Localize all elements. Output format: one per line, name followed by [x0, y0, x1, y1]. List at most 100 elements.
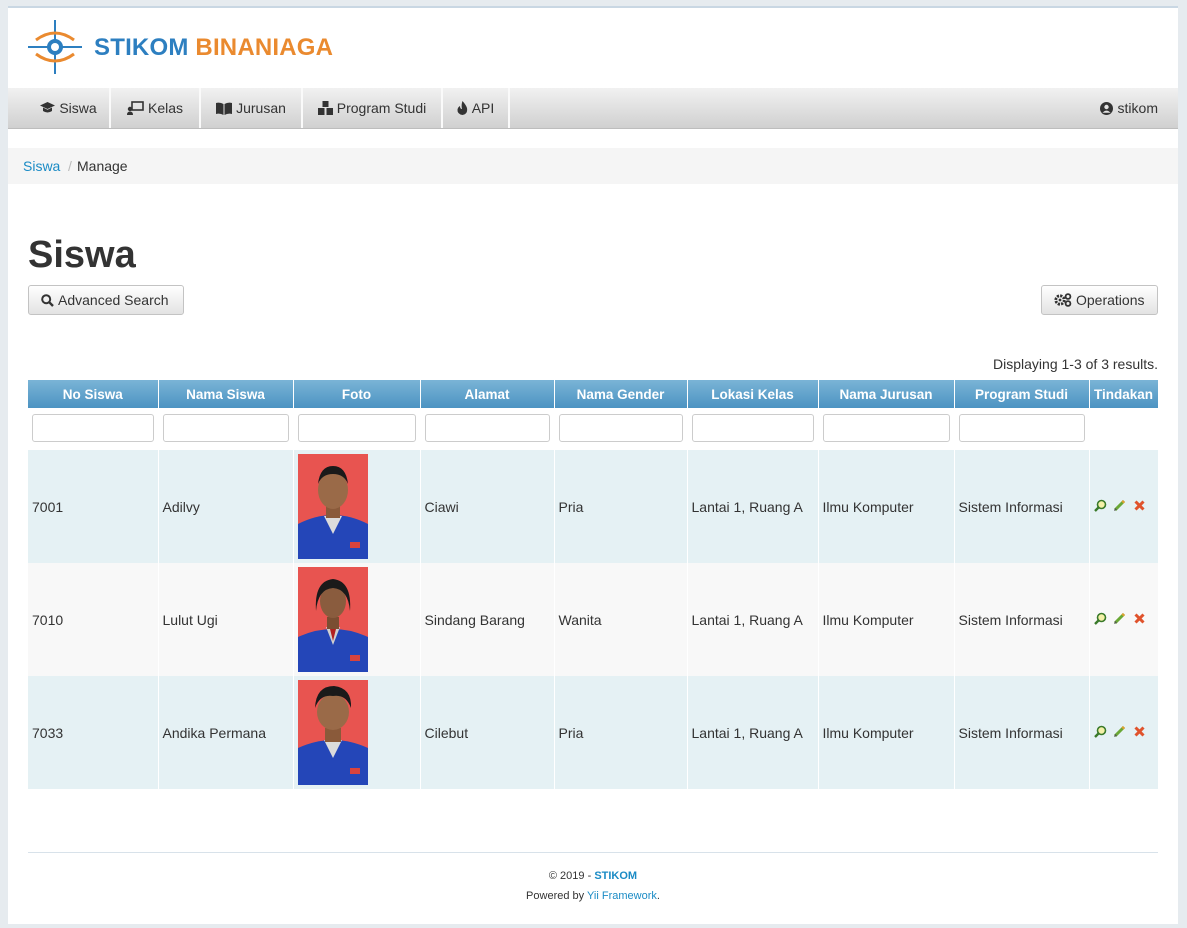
column-header-nama-jurusan[interactable]: Nama Jurusan	[818, 380, 955, 408]
filter-row	[28, 408, 1159, 446]
footer-powered-line: Powered by Yii Framework.	[8, 886, 1178, 906]
chalkboard-teacher-icon	[126, 101, 144, 115]
nav-item-api[interactable]: API	[443, 88, 510, 128]
filter-cell	[1089, 408, 1159, 446]
delete-icon[interactable]	[1133, 725, 1146, 741]
filter-cell	[554, 408, 688, 446]
cell-actions	[1089, 563, 1159, 676]
cell-nama-gender: Wanita	[554, 563, 688, 676]
student-photo	[297, 680, 368, 785]
cell-nama-siswa: Adilvy	[158, 450, 294, 563]
site-name[interactable]: STIKOM BINANIAGA	[94, 34, 333, 62]
logo-icon	[28, 20, 82, 74]
results-summary: Displaying 1-3 of 3 results.	[993, 356, 1158, 372]
breadcrumb-separator: /	[68, 158, 72, 174]
edit-icon[interactable]	[1113, 725, 1126, 741]
filter-lokasi-kelas-input[interactable]	[691, 414, 814, 442]
nav-item-label: Jurusan	[236, 100, 286, 116]
footer-copyright: © 2019 -	[548, 870, 595, 882]
cell-alamat: Ciawi	[420, 450, 555, 563]
cell-nama-gender: Pria	[554, 450, 688, 563]
student-photo	[297, 454, 368, 559]
gears-icon	[1054, 293, 1072, 307]
cell-foto	[293, 563, 421, 676]
nav-item-label: API	[471, 100, 495, 116]
nav-item-jurusan[interactable]: Jurusan	[201, 88, 303, 128]
column-header-foto: Foto	[293, 380, 421, 408]
fire-icon	[457, 101, 467, 115]
user-name: stikom	[1117, 100, 1158, 116]
filter-no-siswa-input[interactable]	[32, 414, 154, 442]
filter-cell	[420, 408, 555, 446]
cell-no-siswa: 7010	[28, 563, 159, 676]
cell-alamat: Sindang Barang	[420, 563, 555, 676]
footer-powered-by: Powered by	[526, 890, 587, 902]
cell-nama-jurusan: Ilmu Komputer	[818, 676, 955, 789]
edit-icon[interactable]	[1113, 612, 1126, 628]
view-icon[interactable]	[1093, 725, 1107, 741]
cell-program-studi: Sistem Informasi	[954, 563, 1090, 676]
breadcrumb-siswa[interactable]: Siswa	[23, 148, 60, 184]
footer-copyright-line: © 2019 - STIKOM	[8, 866, 1178, 886]
cell-foto	[293, 450, 421, 563]
cell-alamat: Cilebut	[420, 676, 555, 789]
nav-item-siswa[interactable]: Siswa	[28, 88, 111, 128]
page-title: Siswa	[28, 234, 136, 276]
column-header-alamat[interactable]: Alamat	[420, 380, 555, 408]
cell-foto	[293, 676, 421, 789]
table-row[interactable]: 7033 Andika Permana Cilebut Pria Lantai …	[28, 676, 1159, 789]
filter-nama-jurusan-input[interactable]	[822, 414, 950, 442]
cell-program-studi: Sistem Informasi	[954, 450, 1090, 563]
breadcrumb: Siswa / Manage	[8, 148, 1178, 184]
cell-nama-siswa: Lulut Ugi	[158, 563, 294, 676]
nav-item-label: Siswa	[59, 100, 97, 116]
filter-nama-gender-input[interactable]	[558, 414, 683, 442]
footer: © 2019 - STIKOM Powered by Yii Framework…	[8, 866, 1178, 906]
search-icon	[41, 294, 54, 307]
view-icon[interactable]	[1093, 499, 1107, 515]
column-header-program-studi[interactable]: Program Studi	[954, 380, 1090, 408]
footer-divider	[28, 852, 1158, 853]
cell-lokasi-kelas: Lantai 1, Ruang A	[687, 563, 819, 676]
operations-label: Operations	[1076, 292, 1145, 308]
view-icon[interactable]	[1093, 612, 1107, 628]
column-header-nama-siswa[interactable]: Nama Siswa	[158, 380, 294, 408]
user-circle-icon	[1099, 102, 1113, 115]
filter-cell	[954, 408, 1090, 446]
nav-item-kelas[interactable]: Kelas	[111, 88, 201, 128]
user-menu[interactable]: stikom	[1099, 88, 1158, 128]
student-photo	[297, 567, 368, 672]
nav-item-label: Kelas	[147, 100, 184, 116]
filter-program-studi-input[interactable]	[958, 414, 1085, 442]
filter-alamat-input[interactable]	[424, 414, 550, 442]
table-row[interactable]: 7010 Lulut Ugi Sindang Barang Wanita Lan…	[28, 563, 1159, 676]
column-header-lokasi-kelas[interactable]: Lokasi Kelas	[687, 380, 819, 408]
table-row[interactable]: 7001 Adilvy Ciawi Pria Lantai 1, Ruang A…	[28, 450, 1159, 563]
cell-lokasi-kelas: Lantai 1, Ruang A	[687, 450, 819, 563]
cell-no-siswa: 7033	[28, 676, 159, 789]
edit-icon[interactable]	[1113, 499, 1126, 515]
filter-cell	[158, 408, 294, 446]
operations-button[interactable]: Operations	[1041, 285, 1158, 315]
nav-item-program-studi[interactable]: Program Studi	[303, 88, 443, 128]
footer-period: .	[656, 890, 660, 902]
column-header-tindakan: Tindakan	[1089, 380, 1159, 408]
advanced-search-label: Advanced Search	[58, 292, 169, 308]
footer-framework-link[interactable]: Yii Framework	[587, 890, 657, 902]
cell-actions	[1089, 676, 1159, 789]
cell-program-studi: Sistem Informasi	[954, 676, 1090, 789]
cell-nama-jurusan: Ilmu Komputer	[818, 450, 955, 563]
student-photo-image	[297, 680, 368, 785]
filter-nama-siswa-input[interactable]	[162, 414, 289, 442]
site-name-part2: BINANIAGA	[195, 34, 334, 61]
column-header-nama-gender[interactable]: Nama Gender	[554, 380, 688, 408]
siswa-grid: No Siswa Nama Siswa Foto Alamat Nama Gen…	[28, 380, 1159, 789]
cell-nama-siswa: Andika Permana	[158, 676, 294, 789]
cell-nama-jurusan: Ilmu Komputer	[818, 563, 955, 676]
delete-icon[interactable]	[1133, 612, 1146, 628]
advanced-search-button[interactable]: Advanced Search	[28, 285, 184, 315]
column-header-no-siswa[interactable]: No Siswa	[28, 380, 159, 408]
delete-icon[interactable]	[1133, 499, 1146, 515]
cell-lokasi-kelas: Lantai 1, Ruang A	[687, 676, 819, 789]
filter-foto-input[interactable]	[297, 414, 416, 442]
